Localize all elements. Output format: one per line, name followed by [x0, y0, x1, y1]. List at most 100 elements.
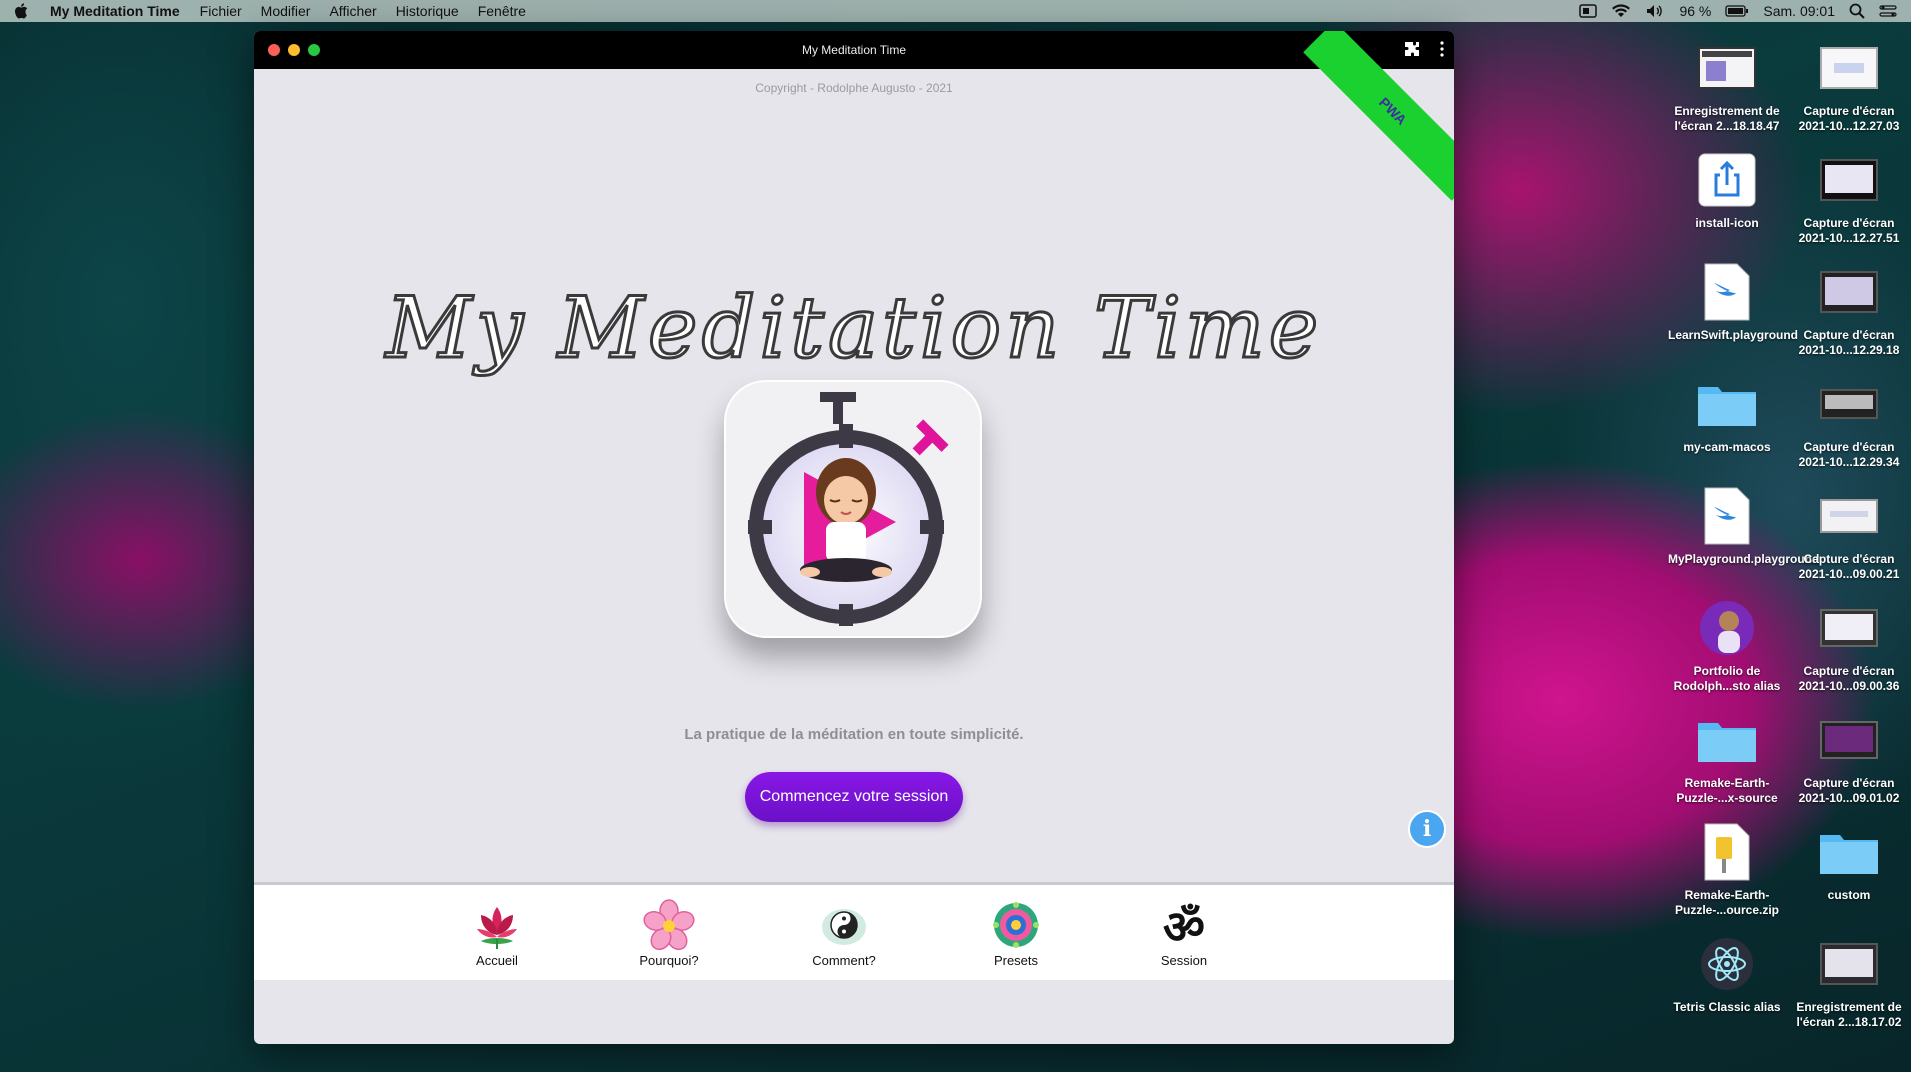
- mandala-icon: [993, 902, 1039, 948]
- desktop-icon-label: Capture d'écran 2021-10...12.29.34: [1798, 440, 1900, 469]
- desktop-icon-label: Capture d'écran 2021-10...12.27.03: [1798, 104, 1900, 133]
- lotus-icon: [477, 907, 517, 949]
- screenshot-thumbnail-icon: [1820, 721, 1878, 759]
- nav-item-pourquoi[interactable]: Pourquoi?: [619, 899, 719, 968]
- meditation-timer-icon: [748, 392, 949, 626]
- swift-playground-icon: [1704, 487, 1750, 545]
- desktop-icon-capture-7[interactable]: Capture d'écran 2021-10...09.01.02: [1790, 710, 1908, 806]
- screenshot-thumbnail-icon: [1820, 47, 1878, 89]
- pwa-ribbon-label: PWA: [1376, 94, 1410, 128]
- menu-fichier[interactable]: Fichier: [200, 3, 242, 19]
- screen-recording-thumbnail-icon: [1698, 47, 1756, 89]
- desktop-icon-recording-2[interactable]: Enregistrement de l'écran 2...18.17.02: [1790, 934, 1908, 1030]
- battery-icon[interactable]: [1725, 5, 1749, 17]
- desktop-icon-capture-6[interactable]: Capture d'écran 2021-10...09.00.36: [1790, 598, 1908, 694]
- desktop-icon-learnswift[interactable]: LearnSwift.playground: [1668, 262, 1798, 343]
- app-window: My Meditation Time Copyright - Rodolphe …: [254, 31, 1454, 1044]
- desktop-icon-capture-5[interactable]: Capture d'écran 2021-10...09.00.21: [1790, 486, 1908, 582]
- desktop-icon-remake-earth-zip[interactable]: Remake-Earth-Puzzle-...ource.zip: [1668, 822, 1786, 918]
- desktop-icon-label: Capture d'écran 2021-10...09.00.36: [1798, 664, 1900, 693]
- flower-icon: [643, 899, 695, 951]
- desktop-icon-label: Capture d'écran 2021-10...12.27.51: [1798, 216, 1900, 245]
- desktop-icon-label: Capture d'écran 2021-10...12.29.18: [1798, 328, 1900, 357]
- nav-label-accueil: Accueil: [476, 953, 518, 968]
- menu-historique[interactable]: Historique: [396, 3, 459, 19]
- nav-item-session[interactable]: ॐ Session: [1134, 899, 1234, 968]
- desktop-icon-label: Enregistrement de l'écran 2...18.17.02: [1796, 1000, 1902, 1029]
- electron-app-icon: [1701, 938, 1753, 990]
- info-icon: i: [1422, 816, 1432, 842]
- nav-item-presets[interactable]: Presets: [966, 899, 1066, 968]
- nav-label-comment: Comment?: [812, 953, 876, 968]
- wifi-icon[interactable]: [1611, 4, 1631, 18]
- search-icon[interactable]: [1849, 3, 1865, 19]
- desktop-icon-label: Capture d'écran 2021-10...09.01.02: [1798, 776, 1900, 805]
- nav-label-presets: Presets: [993, 953, 1039, 968]
- menu-app-name[interactable]: My Meditation Time: [50, 3, 180, 19]
- zip-archive-icon: [1704, 823, 1750, 881]
- desktop-icon-label: Capture d'écran 2021-10...09.00.21: [1798, 552, 1900, 581]
- display-icon[interactable]: [1579, 4, 1598, 18]
- desktop-icon-capture-4[interactable]: Capture d'écran 2021-10...12.29.34: [1790, 374, 1908, 470]
- portfolio-avatar-icon: [1700, 601, 1754, 655]
- hero-title: My Meditation Time: [254, 277, 1454, 392]
- yin-yang-icon: [822, 909, 866, 945]
- menu-afficher[interactable]: Afficher: [329, 3, 376, 19]
- desktop-icon-portfolio-alias[interactable]: Portfolio de Rodolph...sto alias: [1668, 598, 1786, 694]
- nav-label-session: Session: [1160, 953, 1208, 968]
- clock[interactable]: Sam. 09:01: [1763, 3, 1835, 19]
- desktop-icon-capture-2[interactable]: Capture d'écran 2021-10...12.27.51: [1790, 150, 1908, 246]
- desktop-icon-label: Remake-Earth-Puzzle-...x-source: [1676, 776, 1778, 805]
- folder-icon: [1820, 835, 1878, 874]
- desktop-icon-tetris-alias[interactable]: Tetris Classic alias: [1668, 934, 1786, 1015]
- screenshot-thumbnail-icon: [1820, 159, 1878, 201]
- desktop-icon-custom[interactable]: custom: [1790, 822, 1908, 903]
- screenshot-thumbnail-icon: [1820, 499, 1878, 533]
- desktop-icon-myplayground[interactable]: MyPlayground.playground: [1668, 486, 1819, 567]
- control-center-icon[interactable]: [1879, 4, 1897, 18]
- desktop-icon-remake-earth-source[interactable]: Remake-Earth-Puzzle-...x-source: [1668, 710, 1786, 806]
- desktop-icon-label: Portfolio de Rodolph...sto alias: [1673, 664, 1781, 693]
- desktop-icon-capture-1[interactable]: Capture d'écran 2021-10...12.27.03: [1790, 38, 1908, 134]
- menu-modifier[interactable]: Modifier: [261, 3, 311, 19]
- hero-title-graphic: My Meditation Time: [382, 278, 1323, 379]
- extensions-icon[interactable]: [1404, 41, 1420, 57]
- menu-bar: My Meditation Time Fichier Modifier Affi…: [0, 0, 1911, 22]
- battery-percent: 96 %: [1679, 3, 1712, 19]
- apple-icon[interactable]: [14, 3, 28, 19]
- nav-label-pourquoi: Pourquoi?: [639, 953, 699, 968]
- folder-icon: [1698, 723, 1756, 762]
- nav-item-accueil[interactable]: Accueil: [447, 899, 547, 968]
- swift-playground-icon: [1704, 263, 1750, 321]
- folder-icon: [1698, 387, 1756, 426]
- desktop-icon-install[interactable]: install-icon: [1668, 150, 1786, 231]
- desktop-icon-capture-3[interactable]: Capture d'écran 2021-10...12.29.18: [1790, 262, 1908, 358]
- desktop-icon-my-cam[interactable]: my-cam-macos: [1668, 374, 1786, 455]
- info-button[interactable]: i: [1408, 810, 1446, 848]
- hero-title-text: My Meditation Time: [384, 279, 1323, 377]
- menu-fenetre[interactable]: Fenêtre: [478, 3, 526, 19]
- desktop-icon-label: Tetris Classic alias: [1673, 1000, 1781, 1014]
- desktop-icon-label: Enregistrement de l'écran 2...18.18.47: [1674, 104, 1780, 133]
- svg-text:ॐ: ॐ: [1163, 900, 1205, 951]
- screenshot-thumbnail-icon: [1820, 271, 1878, 313]
- copyright-text: Copyright - Rodolphe Augusto - 2021: [755, 81, 953, 95]
- desktop-icon-recording-1[interactable]: Enregistrement de l'écran 2...18.18.47: [1668, 38, 1786, 134]
- desktop-icon-label: install-icon: [1695, 216, 1759, 230]
- screen-recording-thumbnail-icon: [1820, 943, 1878, 985]
- start-session-button[interactable]: Commencez votre session: [745, 772, 963, 822]
- om-icon: ॐ: [1163, 900, 1205, 951]
- window-titlebar[interactable]: My Meditation Time: [254, 31, 1454, 69]
- desktop-icon-label: Remake-Earth-Puzzle-...ource.zip: [1674, 888, 1779, 917]
- app-logo: [724, 380, 982, 638]
- screenshot-thumbnail-icon: [1820, 389, 1878, 419]
- desktop-icon-label: my-cam-macos: [1683, 440, 1771, 454]
- nav-item-comment[interactable]: Comment?: [794, 899, 894, 968]
- page-content: Copyright - Rodolphe Augusto - 2021 PWA …: [254, 31, 1454, 980]
- volume-icon[interactable]: [1645, 4, 1665, 18]
- more-options-icon[interactable]: [1440, 41, 1444, 57]
- share-icon: [1698, 153, 1756, 207]
- window-title: My Meditation Time: [801, 43, 907, 57]
- screenshot-thumbnail-icon: [1820, 609, 1878, 647]
- desktop-icon-label: custom: [1827, 888, 1871, 902]
